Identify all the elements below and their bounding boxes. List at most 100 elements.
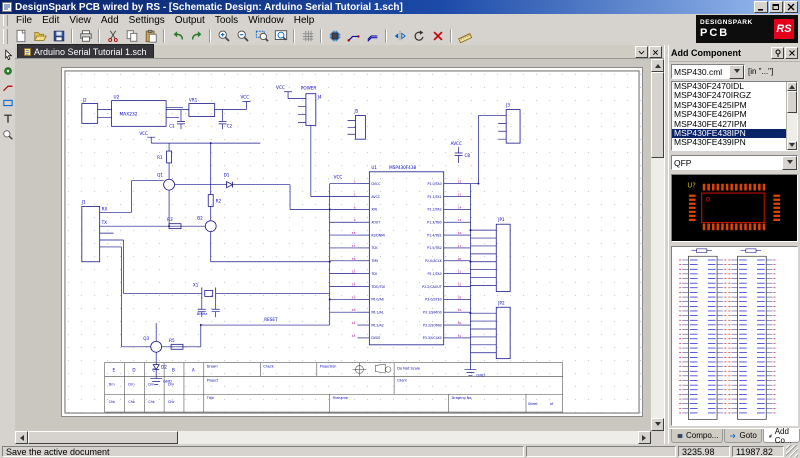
add-component-icon xyxy=(328,29,342,43)
connector-jp1[interactable] xyxy=(496,224,510,291)
svg-text:P1.4/TB1: P1.4/TB1 xyxy=(427,233,442,237)
svg-text:P2.2/CAOUT: P2.2/CAOUT xyxy=(422,285,442,289)
svg-text:Chk: Chk xyxy=(109,400,115,404)
schematic-labels: J2U2MAX232VR1VCCC1C2POWERJ4VCCJ1VCCR1Q1R… xyxy=(81,85,554,406)
crystal-x1[interactable] xyxy=(202,287,216,299)
svg-text:Project: Project xyxy=(207,378,219,382)
menu-output[interactable]: Output xyxy=(170,14,210,27)
svg-text:31: 31 xyxy=(458,334,462,338)
print-button[interactable] xyxy=(76,28,95,45)
package-select[interactable]: QFP xyxy=(671,155,798,170)
component-item[interactable]: MSP430FE439IPN xyxy=(672,138,797,147)
paste-button[interactable] xyxy=(141,28,160,45)
combo-dropdown-button[interactable] xyxy=(729,65,744,79)
schematic-sheet[interactable]: J2U2MAX232VR1VCCC1C2POWERJ4VCCJ1VCCR1Q1R… xyxy=(61,67,643,417)
list-scrollbar[interactable] xyxy=(786,82,797,150)
svg-text:Chk: Chk xyxy=(148,400,154,404)
select-tool-button[interactable] xyxy=(0,47,15,62)
zoom-full-extent-icon xyxy=(274,29,288,43)
menu-settings[interactable]: Settings xyxy=(124,14,170,27)
panel-pin-button[interactable] xyxy=(771,47,784,59)
save-document-button[interactable] xyxy=(49,28,68,45)
mirror-button[interactable] xyxy=(390,28,409,45)
transistor-q3[interactable] xyxy=(151,341,162,352)
h-scroll-left-button[interactable] xyxy=(15,431,28,444)
v-scroll-down-button[interactable] xyxy=(651,418,664,431)
undo-button[interactable] xyxy=(168,28,187,45)
h-scroll-thumb[interactable] xyxy=(28,431,178,444)
menu-edit[interactable]: Edit xyxy=(37,14,64,27)
status-blank-panel xyxy=(526,446,676,457)
toggle-grid-button[interactable] xyxy=(298,28,317,45)
panel-tab-addco[interactable]: Add Co... xyxy=(763,429,800,443)
add-bus-button[interactable] xyxy=(363,28,382,45)
v-scroll-thumb[interactable] xyxy=(651,72,664,158)
rotate-button[interactable] xyxy=(409,28,428,45)
panel-close-button[interactable] xyxy=(785,47,798,59)
v-scroll-up-button[interactable] xyxy=(651,59,664,72)
panel-tab-compo[interactable]: Compo... xyxy=(671,429,723,443)
menu-add[interactable]: Add xyxy=(96,14,124,27)
connector-j2[interactable] xyxy=(82,104,98,124)
connector-j1[interactable] xyxy=(82,206,100,261)
zoom-in-button[interactable] xyxy=(214,28,233,45)
connector-jp2[interactable] xyxy=(496,307,510,358)
delete-button[interactable] xyxy=(428,28,447,45)
restore-button[interactable] xyxy=(769,1,783,13)
transistor-q2[interactable] xyxy=(205,221,216,232)
panel-tab-goto[interactable]: Goto xyxy=(724,429,761,443)
menu-tools[interactable]: Tools xyxy=(210,14,243,27)
svg-text:P3.2/SOMI0: P3.2/SOMI0 xyxy=(423,323,442,327)
tab-close-button[interactable] xyxy=(649,46,662,58)
regulator-vr1[interactable] xyxy=(189,104,215,117)
document-tab[interactable]: Arduino Serial Tutorial 1.sch xyxy=(17,44,154,58)
menu-window[interactable]: Window xyxy=(243,14,289,27)
minimize-button[interactable] xyxy=(754,1,768,13)
schematic-wires xyxy=(98,92,506,385)
resistor-r2[interactable] xyxy=(208,195,213,207)
add-component-button[interactable] xyxy=(325,28,344,45)
close-button[interactable] xyxy=(784,1,798,13)
menu-help[interactable]: Help xyxy=(289,14,320,27)
tab-menu-button[interactable] xyxy=(635,46,648,58)
svg-text:Q1: Q1 xyxy=(157,173,163,178)
list-scroll-down-button[interactable] xyxy=(787,141,797,150)
cut-button[interactable] xyxy=(103,28,122,45)
add-text-tool-button[interactable] xyxy=(0,111,15,126)
measure-button[interactable] xyxy=(455,28,474,45)
zoom-out-button[interactable] xyxy=(233,28,252,45)
library-select[interactable]: MSP430.cml xyxy=(671,64,745,79)
zoom-tool-button[interactable] xyxy=(0,127,15,142)
open-document-button[interactable] xyxy=(30,28,49,45)
component-list[interactable]: MSP430F2470IDLMSP430F2470IRGZMSP430FE425… xyxy=(671,81,798,151)
add-track-tool-button[interactable] xyxy=(0,79,15,94)
zoom-window-button[interactable] xyxy=(252,28,271,45)
copy-button[interactable] xyxy=(122,28,141,45)
toolbar-separator xyxy=(385,29,387,43)
add-wire-button[interactable] xyxy=(344,28,363,45)
horizontal-scrollbar[interactable] xyxy=(15,431,651,444)
resize-grip[interactable] xyxy=(786,445,798,457)
connector-j5[interactable] xyxy=(355,115,365,139)
vertical-scrollbar[interactable] xyxy=(651,59,664,431)
library-select-value: MSP430.cml xyxy=(674,67,729,77)
menu-file[interactable]: File xyxy=(11,14,37,27)
transistor-q1[interactable] xyxy=(164,179,175,190)
schematic-canvas[interactable]: J2U2MAX232VR1VCCC1C2POWERJ4VCCJ1VCCR1Q1R… xyxy=(15,59,651,431)
h-scroll-right-button[interactable] xyxy=(638,431,651,444)
add-shape-tool-button[interactable] xyxy=(0,95,15,110)
svg-text:Client: Client xyxy=(397,378,407,382)
list-scroll-thumb[interactable] xyxy=(787,91,797,113)
list-scroll-up-button[interactable] xyxy=(787,82,797,91)
new-document-button[interactable] xyxy=(11,28,30,45)
menu-view[interactable]: View xyxy=(64,14,96,27)
redo-button[interactable] xyxy=(187,28,206,45)
connector-j3[interactable] xyxy=(506,110,520,144)
arrow-right-icon xyxy=(642,435,649,441)
power-header-j4[interactable] xyxy=(306,94,316,126)
diode-d1[interactable] xyxy=(227,182,233,188)
zoom-full-extent-button[interactable] xyxy=(271,28,290,45)
add-pad-tool-button[interactable] xyxy=(0,63,15,78)
resistor-r1[interactable] xyxy=(167,151,172,163)
combo-dropdown-button[interactable] xyxy=(782,156,797,170)
